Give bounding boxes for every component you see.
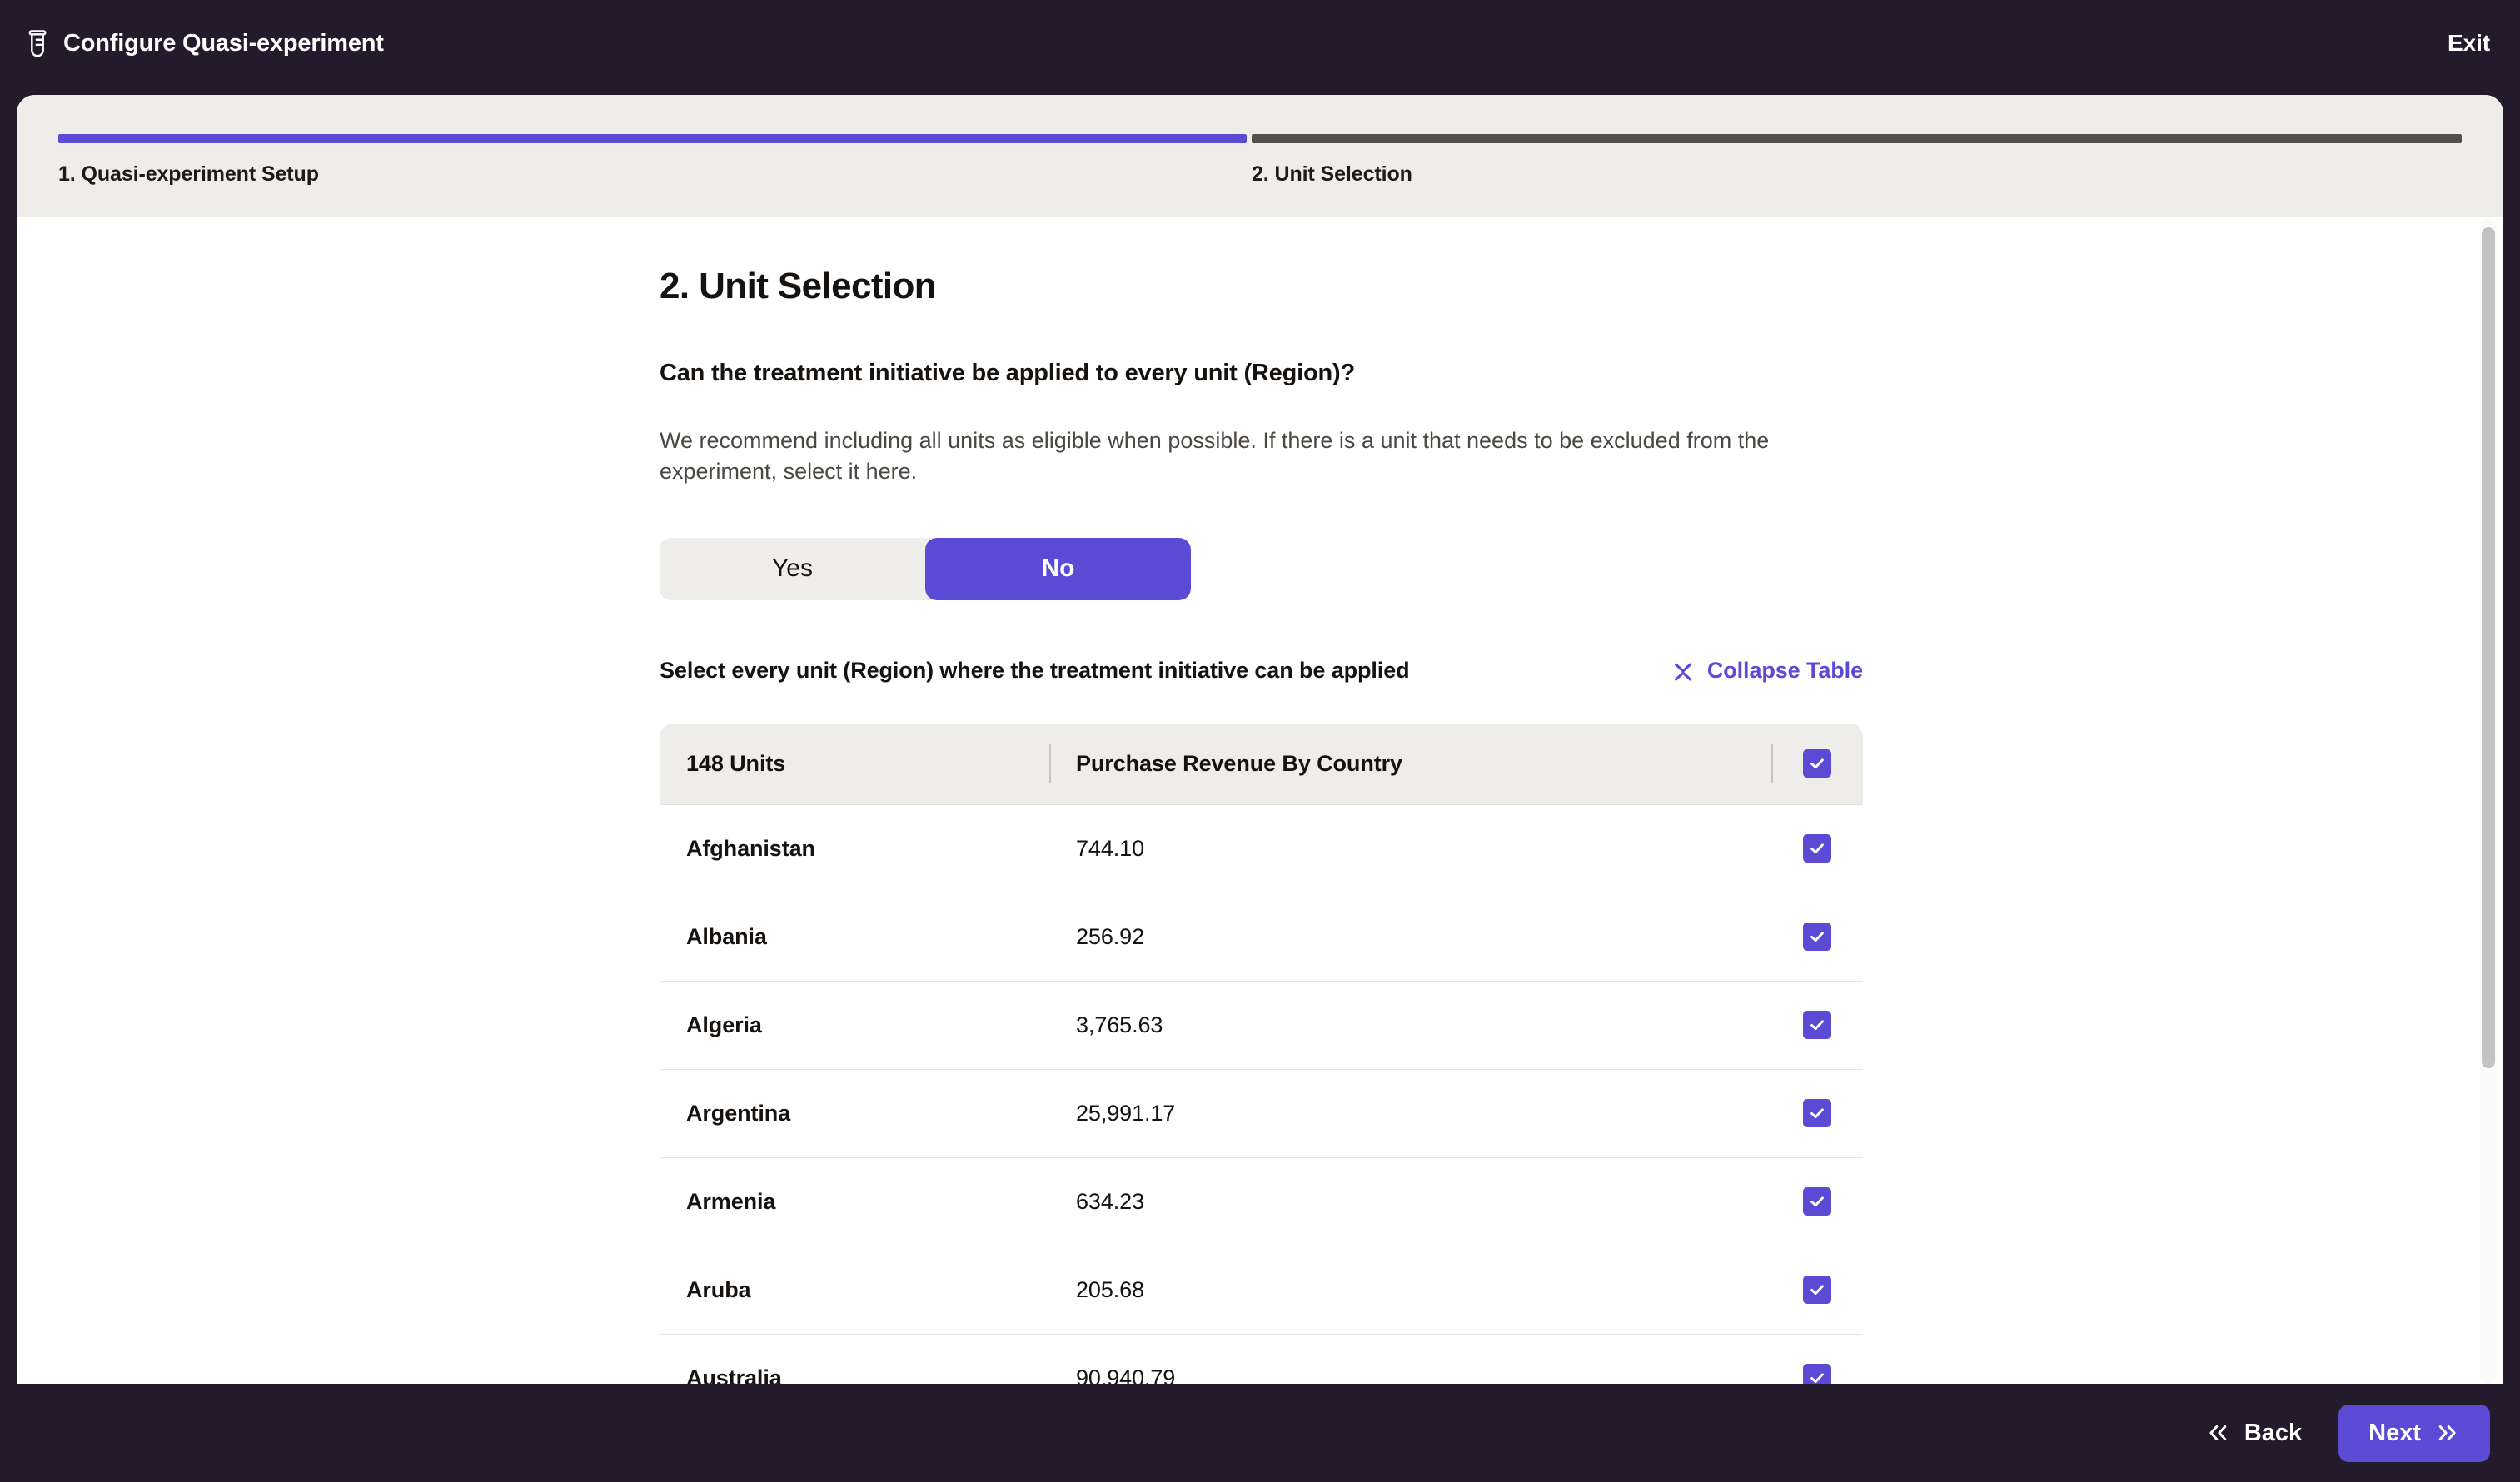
next-button[interactable]: Next xyxy=(2338,1405,2490,1462)
step-2-label: 2. Unit Selection xyxy=(1252,162,2462,186)
helper-text: We recommend including all units as elig… xyxy=(660,425,1800,488)
row-checkbox[interactable] xyxy=(1803,1099,1831,1127)
header-select-all-cell xyxy=(1771,749,1863,778)
step-1-bar xyxy=(58,134,1247,143)
row-metric-value: 90,940.79 xyxy=(1049,1365,1771,1385)
table-row[interactable]: Australia90,940.79 xyxy=(660,1335,1863,1385)
row-metric-value: 634.23 xyxy=(1049,1189,1771,1215)
row-unit-name: Argentina xyxy=(660,1101,1049,1126)
collapse-table-label: Collapse Table xyxy=(1707,658,1863,684)
row-checkbox-cell xyxy=(1771,1276,1863,1304)
toggle-option-no[interactable]: No xyxy=(925,538,1191,600)
wizard-card: 1. Quasi-experiment Setup 2. Unit Select… xyxy=(17,95,2503,1384)
select-units-label: Select every unit (Region) where the tre… xyxy=(660,658,1410,684)
page-title: Configure Quasi-experiment xyxy=(63,30,384,57)
step-2[interactable]: 2. Unit Selection xyxy=(1252,134,2462,217)
table-row[interactable]: Albania256.92 xyxy=(660,893,1863,982)
collapse-table-button[interactable]: Collapse Table xyxy=(1671,657,1863,685)
row-metric-value: 256.92 xyxy=(1049,924,1771,950)
row-checkbox[interactable] xyxy=(1803,1364,1831,1384)
row-metric-value: 744.10 xyxy=(1049,836,1771,862)
next-button-label: Next xyxy=(2368,1420,2421,1447)
row-checkbox-cell xyxy=(1771,1187,1863,1216)
toggle-option-yes[interactable]: Yes xyxy=(660,538,925,600)
row-checkbox-cell xyxy=(1771,834,1863,863)
row-metric-value: 3,765.63 xyxy=(1049,1012,1771,1038)
row-checkbox-cell xyxy=(1771,923,1863,951)
select-all-checkbox[interactable] xyxy=(1803,749,1831,778)
chevron-double-left-icon xyxy=(2205,1422,2230,1444)
table-body: Afghanistan744.10Albania256.92Algeria3,7… xyxy=(660,805,1863,1385)
yes-no-toggle: Yes No xyxy=(660,538,1191,600)
row-unit-name: Algeria xyxy=(660,1012,1049,1038)
row-unit-name: Aruba xyxy=(660,1277,1049,1303)
chevron-double-right-icon xyxy=(2435,1422,2460,1444)
content-scroll-area: 2. Unit Selection Can the treatment init… xyxy=(17,217,2503,1384)
collapse-chevrons-icon xyxy=(1671,657,1696,685)
row-checkbox-cell xyxy=(1771,1011,1863,1039)
app-header: Configure Quasi-experiment Exit xyxy=(0,0,2520,87)
header-metric: Purchase Revenue By Country xyxy=(1049,751,1771,777)
stepper: 1. Quasi-experiment Setup 2. Unit Select… xyxy=(17,95,2503,217)
brand: Configure Quasi-experiment xyxy=(25,29,384,57)
row-unit-name: Armenia xyxy=(660,1189,1049,1215)
row-checkbox[interactable] xyxy=(1803,923,1831,951)
content-scrollbar-thumb[interactable] xyxy=(2482,227,2495,1068)
step-2-bar xyxy=(1252,134,2462,143)
row-checkbox-cell xyxy=(1771,1099,1863,1127)
row-checkbox[interactable] xyxy=(1803,1187,1831,1216)
row-checkbox-cell xyxy=(1771,1364,1863,1384)
step-1[interactable]: 1. Quasi-experiment Setup xyxy=(58,134,1247,217)
row-unit-name: Albania xyxy=(660,924,1049,950)
table-row[interactable]: Argentina25,991.17 xyxy=(660,1070,1863,1158)
header-unit-count: 148 Units xyxy=(660,751,1049,777)
table-header-row: 148 Units Purchase Revenue By Country xyxy=(660,724,1863,805)
back-button[interactable]: Back xyxy=(2190,1408,2317,1459)
table-row[interactable]: Afghanistan744.10 xyxy=(660,805,1863,893)
row-unit-name: Australia xyxy=(660,1365,1049,1385)
units-table: 148 Units Purchase Revenue By Country Af… xyxy=(660,724,1863,1385)
table-row[interactable]: Aruba205.68 xyxy=(660,1246,1863,1335)
step-1-label: 1. Quasi-experiment Setup xyxy=(58,162,1247,186)
table-controls-row: Select every unit (Region) where the tre… xyxy=(660,657,1863,685)
back-button-label: Back xyxy=(2244,1420,2302,1447)
wizard-footer: Back Next xyxy=(0,1384,2520,1482)
row-checkbox[interactable] xyxy=(1803,834,1831,863)
exit-button[interactable]: Exit xyxy=(2448,30,2490,57)
question-label: Can the treatment initiative be applied … xyxy=(660,360,2503,387)
content: 2. Unit Selection Can the treatment init… xyxy=(17,217,2503,1384)
content-scrollbar-track[interactable] xyxy=(2480,217,2497,1384)
table-row[interactable]: Algeria3,765.63 xyxy=(660,982,1863,1070)
flask-icon xyxy=(25,29,50,57)
row-unit-name: Afghanistan xyxy=(660,836,1049,862)
row-metric-value: 25,991.17 xyxy=(1049,1101,1771,1126)
row-checkbox[interactable] xyxy=(1803,1011,1831,1039)
row-metric-value: 205.68 xyxy=(1049,1277,1771,1303)
section-title: 2. Unit Selection xyxy=(660,266,2503,307)
table-row[interactable]: Armenia634.23 xyxy=(660,1158,1863,1246)
row-checkbox[interactable] xyxy=(1803,1276,1831,1304)
